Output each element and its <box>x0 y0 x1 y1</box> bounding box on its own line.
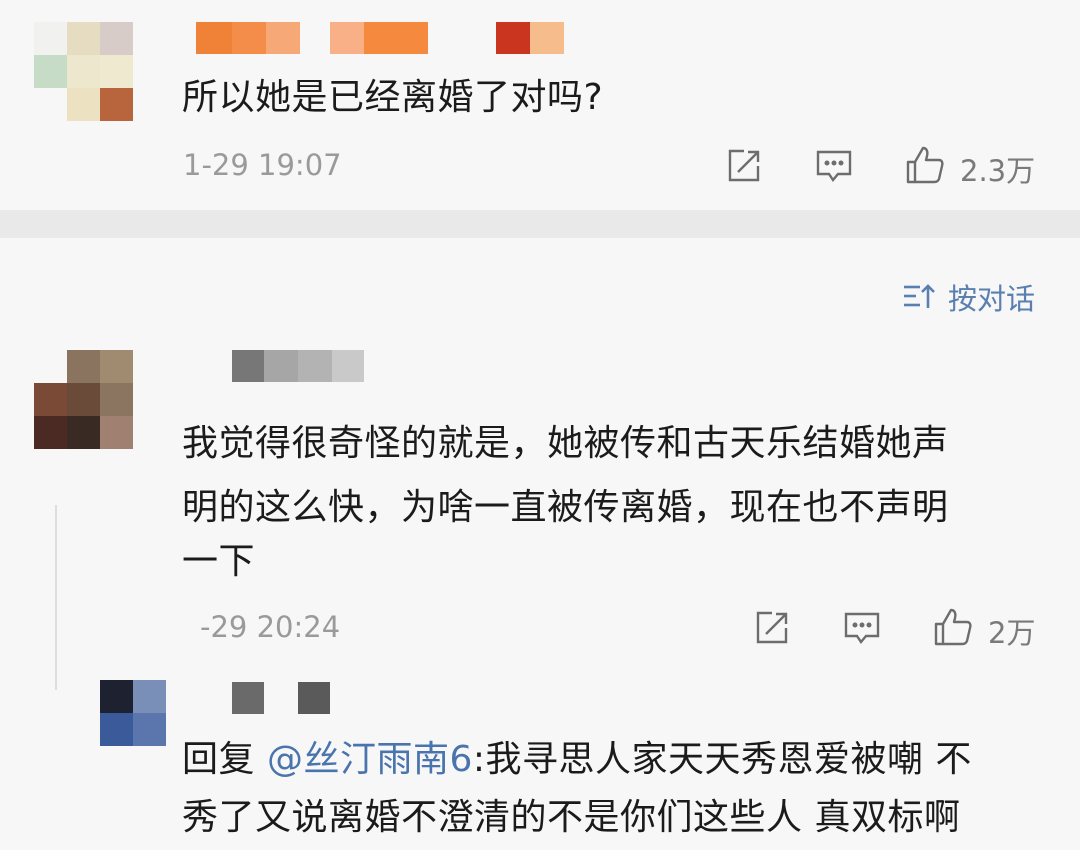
thread-line <box>55 505 57 690</box>
like-count: 2万 <box>988 616 1036 650</box>
avatar[interactable] <box>34 350 134 450</box>
timestamp: 1-29 19:07 <box>183 148 342 182</box>
comment-icon[interactable] <box>842 608 882 648</box>
like-count: 2.3万 <box>960 154 1036 188</box>
sort-label: 按对话 <box>948 282 1036 316</box>
like-icon[interactable] <box>904 144 944 184</box>
reply-body: :我寻思人家天天秀恩爱被嘲 不 <box>472 739 972 780</box>
avatar[interactable] <box>34 22 134 122</box>
sort-icon <box>902 282 938 312</box>
timestamp: -29 20:24 <box>200 610 341 644</box>
comment-text-line-3: 一下 <box>182 541 256 582</box>
comment-text-line-1: 我觉得很奇怪的就是，她被传和古天乐结婚她声 <box>182 423 949 464</box>
mention-link[interactable]: @丝汀雨南6 <box>267 739 473 780</box>
share-icon[interactable] <box>752 608 792 648</box>
section-divider <box>0 210 1080 238</box>
avatar[interactable] <box>100 680 166 746</box>
reply-text-line-2: 秀了又说离婚不澄清的不是你们这些人 真双标啊 <box>182 797 961 838</box>
comment-text-line-2: 明的这么快，为啥一直被传离婚，现在也不声明 <box>182 487 949 528</box>
username[interactable] <box>232 350 364 384</box>
reply-prefix: 回复 <box>182 739 267 780</box>
like-icon[interactable] <box>932 606 972 646</box>
username[interactable] <box>232 682 332 714</box>
username[interactable] <box>196 22 566 56</box>
comment-text: 所以她是已经离婚了对吗? <box>182 77 604 118</box>
share-icon[interactable] <box>724 146 764 186</box>
reply-text-line-1: 回复 @丝汀雨南6:我寻思人家天天秀恩爱被嘲 不 <box>182 728 972 792</box>
comment-icon[interactable] <box>814 146 854 186</box>
